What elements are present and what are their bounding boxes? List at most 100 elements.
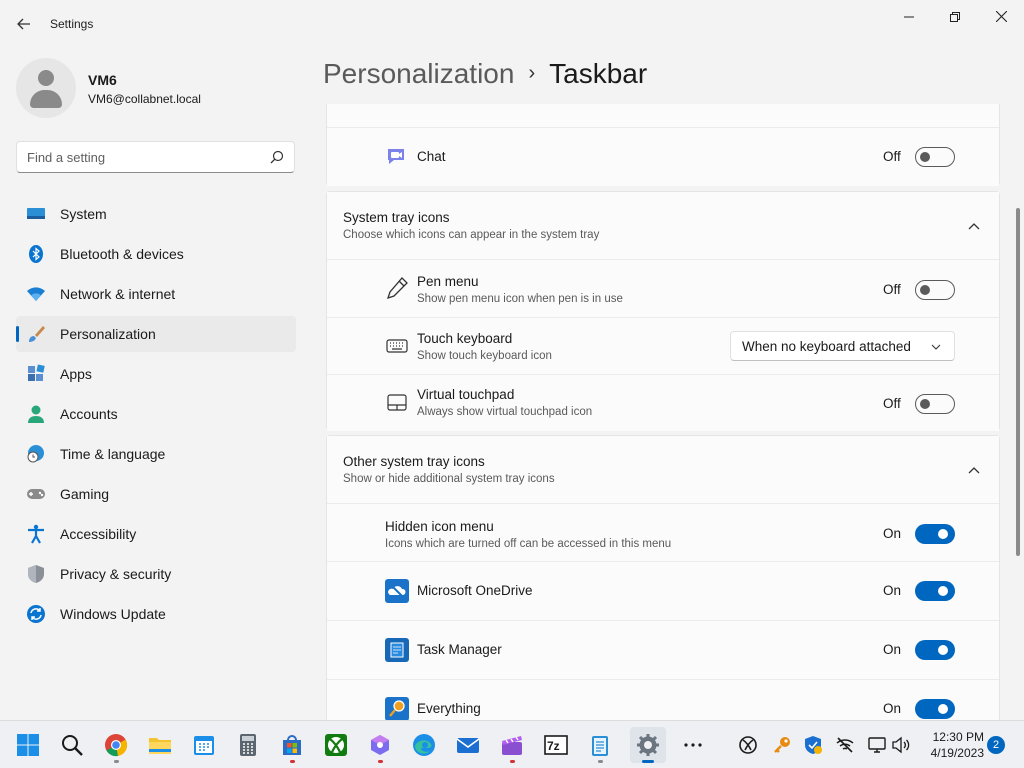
- settings-icon: [637, 734, 659, 756]
- setting-row-virtual-touchpad[interactable]: Virtual touchpad Always show virtual tou…: [327, 374, 999, 431]
- setting-row-hidden-icon-menu[interactable]: Hidden icon menu Icons which are turned …: [327, 503, 999, 561]
- settings-content: Chat Off System tray icons Choose which …: [326, 104, 1000, 720]
- start-button[interactable]: [10, 727, 46, 763]
- taskbar-calendar[interactable]: [186, 727, 222, 763]
- back-button[interactable]: [10, 12, 38, 36]
- sidebar-item-gaming[interactable]: Gaming: [16, 476, 296, 512]
- close-icon: [995, 10, 1007, 23]
- chevron-up-icon[interactable]: [967, 219, 981, 233]
- bluetooth-icon: [29, 245, 43, 263]
- maximize-button[interactable]: [932, 4, 978, 30]
- sidebar-item-time-language[interactable]: Time & language: [16, 436, 296, 472]
- display-icon[interactable]: [867, 735, 887, 755]
- sidebar-item-network[interactable]: Network & internet: [16, 276, 296, 312]
- sidebar-item-accounts[interactable]: Accounts: [16, 396, 296, 432]
- everything-toggle[interactable]: [915, 699, 955, 719]
- taskbar-copilot[interactable]: [362, 727, 398, 763]
- toggle-state: On: [883, 701, 902, 716]
- dropdown-value: When no keyboard attached: [742, 339, 911, 354]
- running-indicator: [114, 760, 119, 763]
- network-off-icon[interactable]: [835, 735, 855, 755]
- setting-label: Everything: [417, 701, 481, 716]
- setting-description: Show touch keyboard icon: [417, 350, 552, 362]
- key-tray-icon[interactable]: [772, 735, 792, 755]
- chevron-up-icon[interactable]: [967, 463, 981, 477]
- sidebar-item-label: Windows Update: [60, 606, 166, 622]
- sidebar-item-personalization[interactable]: Personalization: [16, 316, 296, 352]
- content-scrollbar[interactable]: [1014, 104, 1022, 720]
- section-subtitle: Show or hide additional system tray icon…: [343, 473, 555, 485]
- sidebar-item-privacy[interactable]: Privacy & security: [16, 556, 296, 592]
- task-manager-icon: [385, 638, 409, 662]
- sidebar-item-label: Accessibility: [60, 526, 137, 542]
- sidebar-item-label: Bluetooth & devices: [60, 246, 184, 262]
- sidebar-item-apps[interactable]: Apps: [16, 356, 296, 392]
- setting-row-onedrive[interactable]: Microsoft OneDrive On: [327, 561, 999, 620]
- taskbar-calculator[interactable]: [230, 727, 266, 763]
- taskbar-mail[interactable]: [450, 727, 486, 763]
- section-title: Other system tray icons: [343, 454, 485, 469]
- minimize-button[interactable]: [886, 4, 932, 30]
- breadcrumb-parent[interactable]: Personalization: [323, 58, 514, 89]
- maximize-icon: [950, 12, 960, 22]
- pen-menu-toggle[interactable]: [915, 280, 955, 300]
- sidebar-item-system[interactable]: System: [16, 196, 296, 232]
- setting-row-task-manager[interactable]: Task Manager On: [327, 620, 999, 679]
- minimize-icon: [904, 16, 914, 18]
- taskbar-file-explorer[interactable]: [142, 727, 178, 763]
- toggle-state: Off: [883, 149, 901, 164]
- toggle-knob: [920, 152, 930, 162]
- file-explorer-icon: [149, 738, 171, 754]
- breadcrumb: Personalization › Taskbar: [323, 58, 647, 98]
- close-button[interactable]: [978, 4, 1024, 30]
- taskbar-notepad[interactable]: [582, 727, 618, 763]
- taskbar-store[interactable]: [274, 727, 310, 763]
- system-tray-header[interactable]: System tray icons Choose which icons can…: [327, 192, 999, 259]
- avatar-body: [30, 90, 62, 108]
- chevron-down-icon: [931, 344, 941, 350]
- sidebar-item-windows-update[interactable]: Windows Update: [16, 596, 296, 632]
- chat-toggle[interactable]: [915, 147, 955, 167]
- setting-row-chat[interactable]: Chat Off: [327, 127, 999, 186]
- taskbar-edge[interactable]: [406, 727, 442, 763]
- xbox-tray-icon[interactable]: [738, 735, 758, 755]
- search-input[interactable]: Find a setting: [16, 141, 295, 173]
- taskbar-search-button[interactable]: [54, 727, 90, 763]
- apps-icon: [28, 364, 45, 381]
- taskbar-items-card: Chat Off: [326, 104, 1000, 186]
- setting-row-pen-menu[interactable]: Pen menu Show pen menu icon when pen is …: [327, 259, 999, 317]
- taskbar-chrome[interactable]: [98, 727, 134, 763]
- taskbar-settings[interactable]: [630, 727, 666, 763]
- sidebar-item-bluetooth[interactable]: Bluetooth & devices: [16, 236, 296, 272]
- taskbar-clipchamp[interactable]: [494, 727, 530, 763]
- sidebar-item-label: System: [60, 206, 107, 222]
- section-title: System tray icons: [343, 210, 450, 225]
- touch-keyboard-dropdown[interactable]: When no keyboard attached: [730, 331, 955, 361]
- xbox-icon: [325, 734, 347, 756]
- keyboard-icon: [386, 339, 408, 353]
- copilot-icon: [371, 735, 389, 755]
- other-tray-header[interactable]: Other system tray icons Show or hide add…: [327, 436, 999, 503]
- volume-icon[interactable]: [891, 735, 911, 755]
- toggle-knob: [920, 285, 930, 295]
- hidden-icon-menu-toggle[interactable]: [915, 524, 955, 544]
- system-clock[interactable]: 12:30 PM 4/19/2023: [918, 729, 984, 761]
- onedrive-toggle[interactable]: [915, 581, 955, 601]
- taskbar-more[interactable]: [675, 727, 711, 763]
- setting-label: Task Manager: [417, 642, 502, 657]
- start-icon: [17, 734, 39, 756]
- toggle-state: On: [883, 583, 902, 598]
- setting-row-everything[interactable]: Everything On: [327, 679, 999, 720]
- avatar[interactable]: [16, 58, 76, 118]
- notification-badge[interactable]: 2: [987, 736, 1005, 754]
- taskbar-7zip[interactable]: 7z: [538, 727, 574, 763]
- scrollbar-thumb[interactable]: [1016, 208, 1020, 556]
- edge-icon: [413, 734, 435, 756]
- task-manager-toggle[interactable]: [915, 640, 955, 660]
- sidebar-item-accessibility[interactable]: Accessibility: [16, 516, 296, 552]
- taskbar-xbox[interactable]: [318, 727, 354, 763]
- setting-label: Hidden icon menu: [385, 519, 494, 534]
- virtual-touchpad-toggle[interactable]: [915, 394, 955, 414]
- setting-row-touch-keyboard[interactable]: Touch keyboard Show touch keyboard icon …: [327, 317, 999, 374]
- defender-tray-icon[interactable]: [803, 735, 823, 755]
